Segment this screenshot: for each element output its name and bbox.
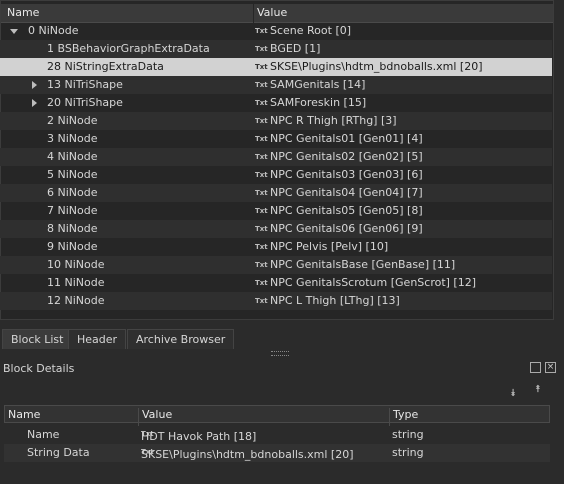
details-col-type[interactable]: Type: [393, 408, 418, 421]
text-icon: Txt: [255, 99, 268, 107]
text-icon: Txt: [255, 27, 268, 35]
details-row[interactable]: String Data Txt SKSE\Plugins\hdtm_bdnobal…: [4, 444, 550, 462]
collapse-down-icon[interactable]: ⯯: [510, 388, 516, 399]
tree-header-name[interactable]: Name: [1, 4, 253, 23]
tree-row[interactable]: 12 NiNode Txt NPC L Thigh [LThg] [13]: [0, 292, 552, 310]
collapse-arrow-icon[interactable]: [32, 99, 37, 107]
float-dock-icon[interactable]: [530, 362, 541, 373]
text-icon: Txt: [255, 225, 268, 233]
text-icon: Txt: [255, 117, 268, 125]
close-dock-icon[interactable]: ×: [545, 362, 556, 373]
tree-row[interactable]: 20 NiTriShape Txt SAMForeskin [15]: [0, 94, 552, 112]
splitter-handle[interactable]: [271, 351, 289, 356]
tree-row[interactable]: 7 NiNode Txt NPC Genitals05 [Gen05] [8]: [0, 202, 552, 220]
tree-row[interactable]: 2 NiNode Txt NPC R Thigh [RThg] [3]: [0, 112, 552, 130]
text-icon: Txt: [255, 63, 268, 71]
details-row[interactable]: Name Txt HDT Havok Path [18] string: [4, 426, 550, 444]
details-header: Name Value Type: [4, 405, 550, 426]
tree-row[interactable]: 13 NiTriShape Txt SAMGenitals [14]: [0, 76, 552, 94]
text-icon: Txt: [255, 81, 268, 89]
details-col-name[interactable]: Name: [8, 408, 40, 421]
tree-row-selected[interactable]: 28 NiStringExtraData Txt SKSE\Plugins\hdt…: [0, 58, 552, 76]
tree-row[interactable]: 4 NiNode Txt NPC Genitals02 [Gen02] [5]: [0, 148, 552, 166]
expand-arrow-icon[interactable]: [10, 29, 18, 34]
text-icon: Txt: [255, 189, 268, 197]
text-icon: Txt: [255, 135, 268, 143]
text-icon: Txt: [255, 207, 268, 215]
tree-row[interactable]: 6 NiNode Txt NPC Genitals04 [Gen04] [7]: [0, 184, 552, 202]
tree-row[interactable]: 1 BSBehaviorGraphExtraData Txt BGED [1]: [0, 40, 552, 58]
details-col-value[interactable]: Value: [142, 408, 172, 421]
text-icon: Txt: [255, 45, 268, 53]
tree-row[interactable]: 11 NiNode Txt NPC GenitalsScrotum [GenScr…: [0, 274, 552, 292]
tab-header[interactable]: Header: [68, 329, 127, 349]
text-icon: Txt: [255, 153, 268, 161]
text-icon: Txt: [255, 243, 268, 251]
text-icon: Txt: [255, 171, 268, 179]
tree-row[interactable]: 9 NiNode Txt NPC Pelvis [Pelv] [10]: [0, 238, 552, 256]
text-icon: Txt: [255, 261, 268, 269]
text-icon: Txt: [255, 297, 268, 305]
dock-title: Block Details: [3, 362, 75, 375]
tree-row[interactable]: 10 NiNode Txt NPC GenitalsBase [GenBase] …: [0, 256, 552, 274]
collapse-arrow-icon[interactable]: [32, 81, 37, 89]
text-icon: Txt: [255, 279, 268, 287]
tab-archive-browser[interactable]: Archive Browser: [127, 329, 235, 349]
tree-row[interactable]: 8 NiNode Txt NPC Genitals06 [Gen06] [9]: [0, 220, 552, 238]
tab-block-list[interactable]: Block List: [2, 329, 73, 349]
tree-row[interactable]: 0 NiNode Txt Scene Root [0]: [0, 22, 552, 40]
collapse-up-icon[interactable]: ⯭: [535, 384, 541, 395]
tree-row[interactable]: 3 NiNode Txt NPC Genitals01 [Gen01] [4]: [0, 130, 552, 148]
tree-header-value[interactable]: Value: [254, 4, 553, 23]
tree-row[interactable]: 5 NiNode Txt NPC Genitals03 [Gen03] [6]: [0, 166, 552, 184]
